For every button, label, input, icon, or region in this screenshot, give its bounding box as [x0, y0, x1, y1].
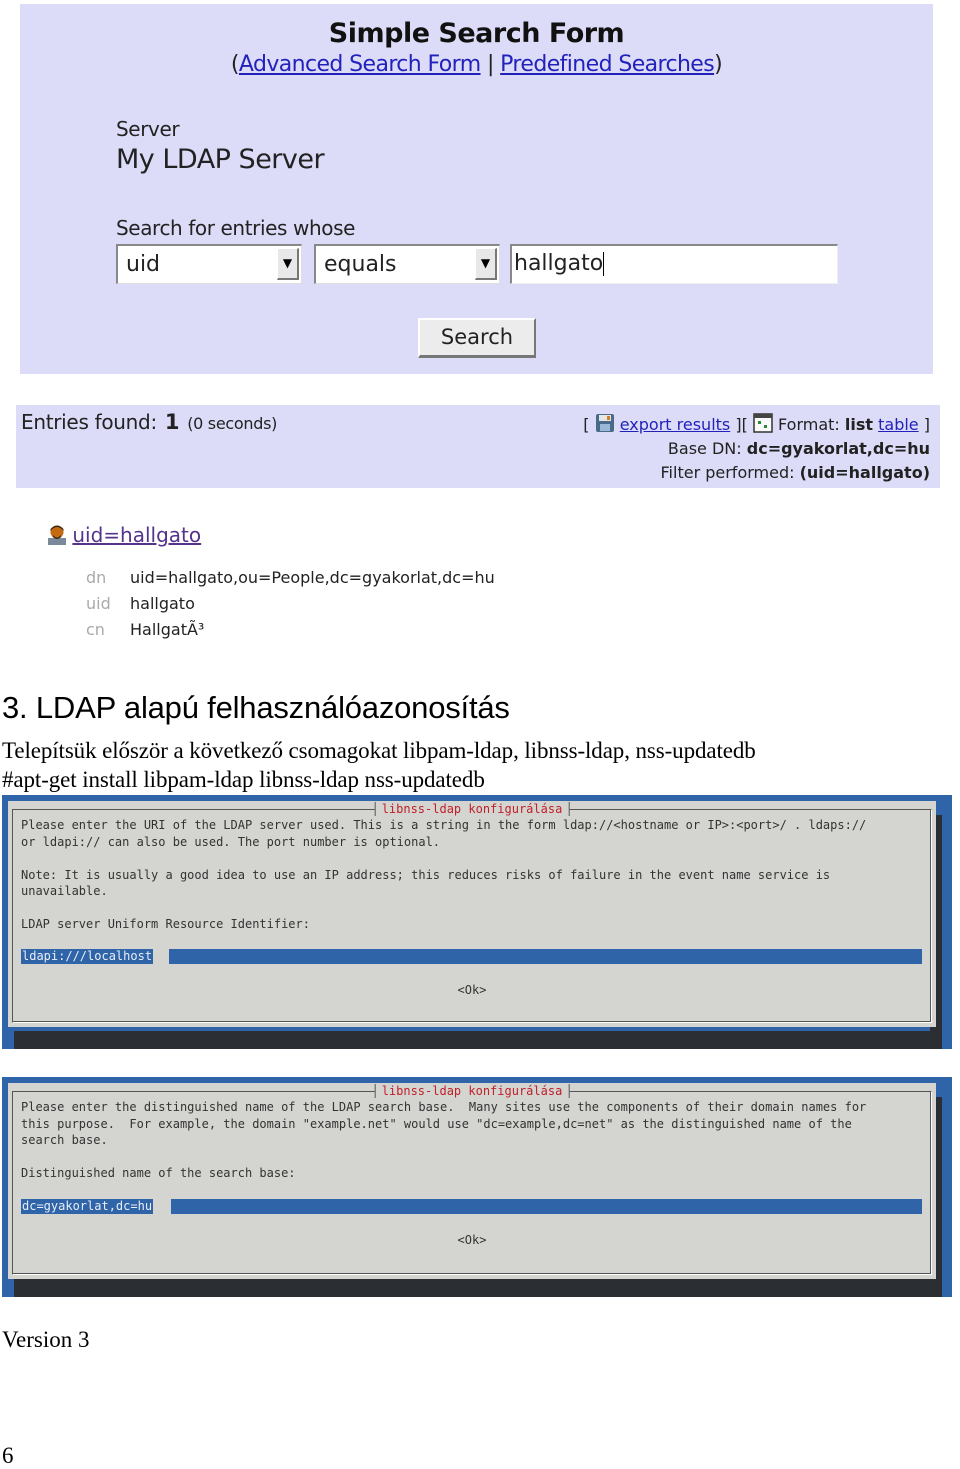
search-button[interactable]: Search	[418, 318, 536, 358]
link-separator: |	[480, 52, 501, 77]
dialog-text: Please enter the distinguished name of t…	[21, 1100, 867, 1180]
filter-row: Filter performed: (uid=hallgato)	[583, 461, 930, 485]
base-dn-row: Base DN: dc=gyakorlat,dc=hu	[583, 437, 930, 461]
search-base-dialog: libnss-ldap konfigurálása Please enter t…	[8, 1083, 936, 1279]
search-duration: (0 seconds)	[187, 414, 278, 433]
dialog-shadow	[14, 1031, 940, 1049]
page-number: 6	[2, 1443, 14, 1468]
format-label: Format:	[778, 415, 840, 434]
server-label: Server	[116, 117, 180, 141]
table-format-icon	[753, 413, 773, 433]
chevron-down-icon[interactable]: ▼	[475, 248, 497, 280]
input-fill	[169, 949, 922, 964]
install-command: #apt-get install libpam-ldap libnss-ldap…	[2, 767, 485, 792]
paren-open: (	[230, 52, 240, 77]
format-current: list	[844, 415, 874, 434]
entry-attributes: dn uid=hallgato,ou=People,dc=gyakorlat,dc…	[86, 565, 495, 643]
section-heading: 3. LDAP alapú felhasználóazonosítás	[2, 690, 510, 725]
ok-button[interactable]: <Ok>	[8, 1233, 936, 1247]
attribute-row: dn uid=hallgato,ou=People,dc=gyakorlat,dc…	[86, 565, 495, 591]
ok-button[interactable]: <Ok>	[8, 983, 936, 997]
server-name: My LDAP Server	[116, 144, 325, 175]
attribute-value: uid=hallgato,ou=People,dc=gyakorlat,dc=h…	[130, 568, 495, 587]
ldap-uri-value: ldapi:///localhost	[21, 949, 154, 964]
paren-close: )	[714, 52, 723, 77]
user-icon	[46, 523, 66, 545]
attribute-row: cn HallgatÃ³	[86, 617, 495, 643]
predefined-searches-link[interactable]: Predefined Searches	[500, 52, 715, 77]
document-version: Version 3	[2, 1327, 90, 1352]
search-value-input[interactable]: hallgato	[510, 244, 838, 284]
simple-search-form: Simple Search Form (Advanced Search Form…	[20, 4, 933, 374]
ldap-uri-input[interactable]: ldapi:///localhost	[21, 949, 922, 964]
results-actions: [ export results ][ Format: list table ]	[583, 413, 930, 437]
attribute-select-value: uid	[126, 252, 161, 277]
entries-found: Entries found: 1 (0 seconds)	[21, 410, 277, 434]
search-base-input[interactable]: dc=gyakorlat,dc=hu	[21, 1199, 922, 1214]
dialog-shadow	[14, 1279, 940, 1297]
entry-header: uid=hallgato	[46, 523, 201, 547]
text-caret	[603, 252, 605, 276]
format-table-link[interactable]: table	[878, 415, 919, 434]
base-dn-value: dc=gyakorlat,dc=hu	[746, 439, 930, 458]
ldap-uri-dialog-screen: libnss-ldap konfigurálása Please enter t…	[2, 795, 952, 1049]
search-form-title: Simple Search Form	[328, 18, 625, 49]
attribute-key: dn	[86, 568, 107, 587]
attribute-value: hallgato	[130, 594, 195, 613]
install-instructions: Telepítsük először a következő csomagoka…	[2, 738, 756, 763]
base-dn-label: Base DN:	[667, 439, 742, 458]
entries-count: 1	[164, 410, 180, 434]
search-criteria-label: Search for entries whose	[116, 216, 356, 240]
dialog-title: libnss-ldap konfigurálása	[374, 1084, 570, 1098]
search-value-text: hallgato	[514, 251, 604, 276]
ldap-uri-dialog: libnss-ldap konfigurálása Please enter t…	[8, 801, 936, 1027]
floppy-disk-icon	[595, 413, 615, 433]
input-fill	[171, 1199, 922, 1214]
search-base-value: dc=gyakorlat,dc=hu	[21, 1199, 154, 1214]
attribute-select[interactable]: uid ▼	[116, 244, 302, 284]
entries-found-label: Entries found:	[21, 410, 157, 434]
dialog-text: Please enter the URI of the LDAP server …	[21, 818, 867, 931]
export-results-link[interactable]: export results	[620, 415, 731, 434]
chevron-down-icon[interactable]: ▼	[277, 248, 299, 280]
bracket-open: [	[583, 415, 590, 434]
filter-label: Filter performed:	[660, 463, 795, 482]
operator-select[interactable]: equals ▼	[314, 244, 500, 284]
bracket-close: ]	[923, 415, 930, 434]
results-summary: Entries found: 1 (0 seconds) [ export resu…	[16, 405, 940, 488]
filter-value: (uid=hallgato)	[799, 463, 930, 482]
attribute-value: HallgatÃ³	[130, 620, 205, 639]
search-form-links: (Advanced Search Form | Predefined Searc…	[20, 52, 933, 77]
attribute-key: uid	[86, 594, 111, 613]
entry-dn-link[interactable]: uid=hallgato	[72, 523, 201, 547]
search-base-dialog-screen: libnss-ldap konfigurálása Please enter t…	[2, 1077, 952, 1297]
results-meta: [ export results ][ Format: list table ]…	[583, 413, 930, 485]
ldap-entry: uid=hallgato dn uid=hallgato,ou=People,dc…	[46, 523, 495, 639]
advanced-search-link[interactable]: Advanced Search Form	[239, 52, 481, 77]
attribute-row: uid hallgato	[86, 591, 495, 617]
operator-select-value: equals	[324, 252, 397, 277]
dialog-title: libnss-ldap konfigurálása	[374, 802, 570, 816]
bracket-mid: ][	[735, 415, 748, 434]
attribute-key: cn	[86, 620, 105, 639]
